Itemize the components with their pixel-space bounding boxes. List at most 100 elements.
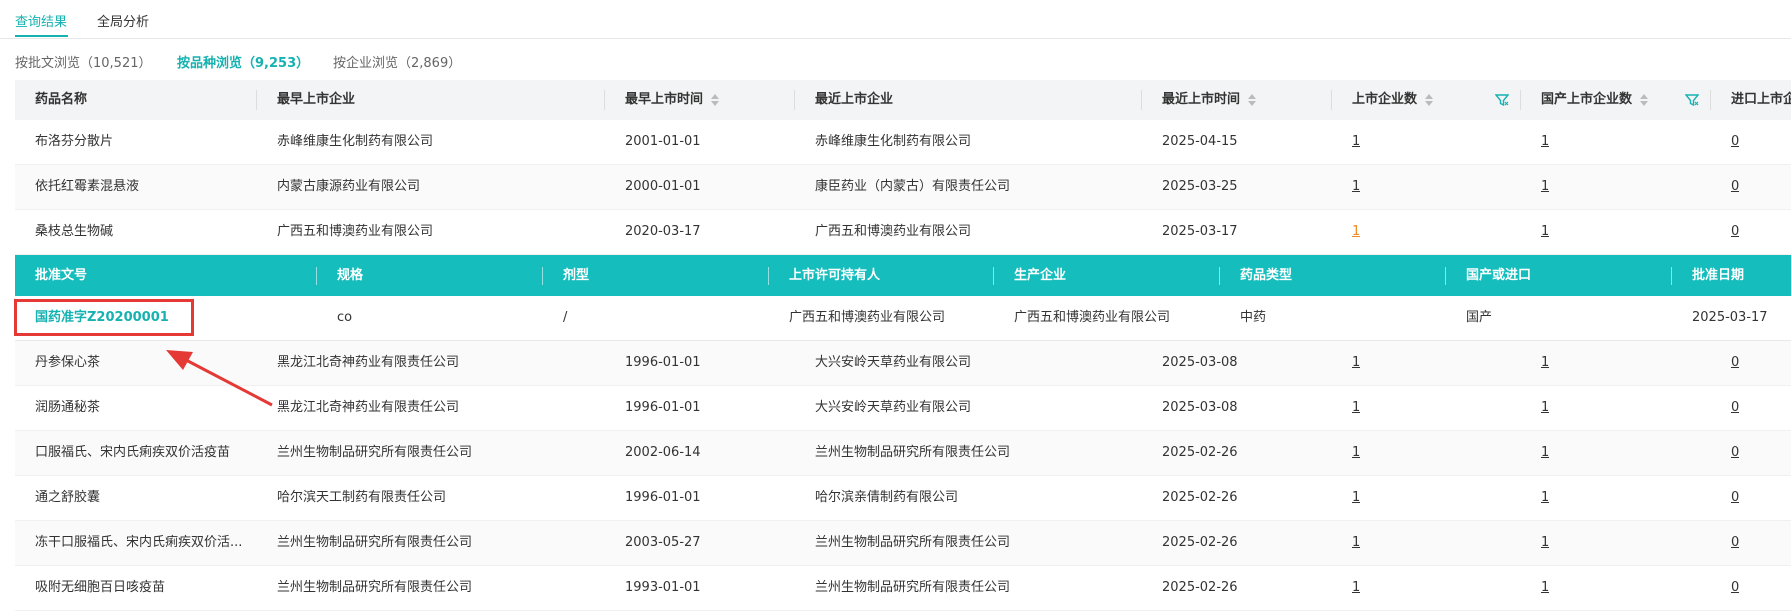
sub-cell-manufacturer: 广西五和博澳药业有限公司 xyxy=(1014,310,1171,325)
sub-header-origin: 国产或进口 xyxy=(1466,268,1532,283)
sub-cell-holder: 广西五和博澳药业有限公司 xyxy=(789,310,946,325)
cell-latest-company: 兰州生物制品研究所有限责任公司 xyxy=(815,445,1011,460)
cell-import-count[interactable]: 0 xyxy=(1731,386,1739,430)
table-row[interactable]: 丹参保心茶 黑龙江北奇神药业有限责任公司 1996-01-01 大兴安岭天草药业… xyxy=(15,341,1791,386)
view-by-company[interactable]: 按企业浏览（2,869） xyxy=(333,52,461,71)
sub-cell-approval-date: 2025-03-17 xyxy=(1692,310,1768,325)
cell-domestic-count[interactable]: 1 xyxy=(1541,566,1549,610)
header-domestic-count[interactable]: 国产上市企业数 xyxy=(1541,80,1649,120)
tab-query-results[interactable]: 查询结果 xyxy=(15,11,67,30)
cell-latest-company: 兰州生物制品研究所有限责任公司 xyxy=(815,535,1011,550)
cell-earliest-company: 兰州生物制品研究所有限责任公司 xyxy=(277,445,473,460)
cell-latest-date: 2025-02-26 xyxy=(1162,580,1238,595)
cell-earliest-company: 赤峰维康生化制药有限公司 xyxy=(277,134,434,149)
cell-domestic-count[interactable]: 1 xyxy=(1541,521,1549,565)
view-by-approval[interactable]: 按批文浏览（10,521） xyxy=(15,52,152,71)
cell-latest-date: 2025-04-15 xyxy=(1162,134,1238,149)
cell-drug-name: 冻干口服福氏、宋内氏痢疾双价活... xyxy=(35,535,243,550)
active-tab-underline xyxy=(15,35,68,37)
cell-drug-name: 润肠通秘茶 xyxy=(35,400,101,415)
filter-icon[interactable] xyxy=(1685,93,1699,107)
cell-company-count[interactable]: 1 xyxy=(1352,120,1360,164)
cell-import-count[interactable]: 0 xyxy=(1731,210,1739,254)
annotation-highlight-box xyxy=(14,299,194,336)
cell-drug-name: 口服福氏、宋内氏痢疾双价活疫苗 xyxy=(35,445,231,460)
tab-global-analysis[interactable]: 全局分析 xyxy=(97,11,149,30)
cell-company-count[interactable]: 1 xyxy=(1352,566,1360,610)
cell-drug-name: 桑枝总生物碱 xyxy=(35,224,114,239)
approval-sub-table-row[interactable]: 国药准字Z20200001 co / 广西五和博澳药业有限公司 广西五和博澳药业… xyxy=(15,296,1791,341)
cell-latest-date: 2025-03-08 xyxy=(1162,355,1238,370)
cell-import-count[interactable]: 0 xyxy=(1731,476,1739,520)
cell-company-count[interactable]: 1 xyxy=(1352,341,1360,385)
cell-latest-date: 2025-02-26 xyxy=(1162,490,1238,505)
table-row[interactable]: 依托红霉素混悬液 内蒙古康源药业有限公司 2000-01-01 康臣药业（内蒙古… xyxy=(15,165,1791,210)
cell-drug-name: 丹参保心茶 xyxy=(35,355,101,370)
cell-company-count-active[interactable]: 1 xyxy=(1352,210,1360,254)
sub-header-approval-no: 批准文号 xyxy=(35,268,88,283)
table-row[interactable]: 布洛芬分散片 赤峰维康生化制药有限公司 2001-01-01 赤峰维康生化制药有… xyxy=(15,120,1791,165)
cell-domestic-count[interactable]: 1 xyxy=(1541,120,1549,164)
cell-domestic-count[interactable]: 1 xyxy=(1541,386,1549,430)
cell-import-count[interactable]: 0 xyxy=(1731,120,1739,164)
header-drug-name: 药品名称 xyxy=(35,92,88,107)
cell-earliest-date: 1996-01-01 xyxy=(625,490,701,505)
sub-cell-origin: 国产 xyxy=(1466,310,1493,325)
header-latest-date[interactable]: 最近上市时间 xyxy=(1162,80,1257,120)
cell-latest-date: 2025-02-26 xyxy=(1162,535,1238,550)
cell-latest-date: 2025-03-08 xyxy=(1162,400,1238,415)
cell-import-count[interactable]: 0 xyxy=(1731,521,1739,565)
result-tabs: 查询结果 全局分析 xyxy=(0,0,1791,39)
sort-icon xyxy=(1248,93,1257,106)
table-row[interactable]: 口服福氏、宋内氏痢疾双价活疫苗 兰州生物制品研究所有限责任公司 2002-06-… xyxy=(15,431,1791,476)
cell-domestic-count[interactable]: 1 xyxy=(1541,210,1549,254)
cell-domestic-count[interactable]: 1 xyxy=(1541,476,1549,520)
filter-icon[interactable] xyxy=(1495,93,1509,107)
drug-variety-table: 药品名称 最早上市企业 最早上市时间 最近上市企业 最近上市时间 上市企业数 国… xyxy=(15,80,1791,611)
header-earliest-date[interactable]: 最早上市时间 xyxy=(625,80,720,120)
cell-domestic-count[interactable]: 1 xyxy=(1541,431,1549,475)
cell-drug-name: 依托红霉素混悬液 xyxy=(35,179,140,194)
cell-company-count[interactable]: 1 xyxy=(1352,431,1360,475)
cell-import-count[interactable]: 0 xyxy=(1731,165,1739,209)
cell-domestic-count[interactable]: 1 xyxy=(1541,341,1549,385)
cell-import-count[interactable]: 0 xyxy=(1731,341,1739,385)
cell-domestic-count[interactable]: 1 xyxy=(1541,165,1549,209)
table-row[interactable]: 润肠通秘茶 黑龙江北奇神药业有限责任公司 1996-01-01 大兴安岭天草药业… xyxy=(15,386,1791,431)
sub-header-manufacturer: 生产企业 xyxy=(1014,268,1067,283)
cell-company-count[interactable]: 1 xyxy=(1352,165,1360,209)
cell-latest-company: 康臣药业（内蒙古）有限责任公司 xyxy=(815,179,1011,194)
cell-earliest-date: 2002-06-14 xyxy=(625,445,701,460)
sub-header-dosage-form: 剂型 xyxy=(563,268,590,283)
sub-cell-dosage-form: / xyxy=(563,310,568,325)
cell-company-count[interactable]: 1 xyxy=(1352,521,1360,565)
cell-earliest-company: 兰州生物制品研究所有限责任公司 xyxy=(277,535,473,550)
cell-import-count[interactable]: 0 xyxy=(1731,566,1739,610)
table-row[interactable]: 冻干口服福氏、宋内氏痢疾双价活... 兰州生物制品研究所有限责任公司 2003-… xyxy=(15,521,1791,566)
cell-earliest-company: 黑龙江北奇神药业有限责任公司 xyxy=(277,400,460,415)
table-row[interactable]: 通之舒胶囊 哈尔滨天工制药有限责任公司 1996-01-01 哈尔滨亲倩制药有限… xyxy=(15,476,1791,521)
cell-latest-company: 广西五和博澳药业有限公司 xyxy=(815,224,972,239)
cell-latest-company: 兰州生物制品研究所有限责任公司 xyxy=(815,580,1011,595)
sort-icon xyxy=(1640,93,1649,106)
cell-latest-date: 2025-02-26 xyxy=(1162,445,1238,460)
table-row-expanded[interactable]: 桑枝总生物碱 广西五和博澳药业有限公司 2020-03-17 广西五和博澳药业有… xyxy=(15,210,1791,255)
cell-company-count[interactable]: 1 xyxy=(1352,386,1360,430)
cell-earliest-date: 1993-01-01 xyxy=(625,580,701,595)
cell-earliest-date: 2020-03-17 xyxy=(625,224,701,239)
cell-latest-date: 2025-03-25 xyxy=(1162,179,1238,194)
cell-earliest-date: 2000-01-01 xyxy=(625,179,701,194)
header-company-count[interactable]: 上市企业数 xyxy=(1352,80,1434,120)
table-header: 药品名称 最早上市企业 最早上市时间 最近上市企业 最近上市时间 上市企业数 国… xyxy=(15,80,1791,120)
cell-earliest-date: 1996-01-01 xyxy=(625,400,701,415)
cell-earliest-company: 广西五和博澳药业有限公司 xyxy=(277,224,434,239)
cell-company-count[interactable]: 1 xyxy=(1352,476,1360,520)
sub-header-approval-date: 批准日期 xyxy=(1692,268,1745,283)
cell-import-count[interactable]: 0 xyxy=(1731,431,1739,475)
cell-drug-name: 布洛芬分散片 xyxy=(35,134,114,149)
cell-latest-company: 大兴安岭天草药业有限公司 xyxy=(815,355,972,370)
cell-earliest-company: 哈尔滨天工制药有限责任公司 xyxy=(277,490,447,505)
table-row[interactable]: 吸附无细胞百日咳疫苗 兰州生物制品研究所有限责任公司 1993-01-01 兰州… xyxy=(15,566,1791,611)
header-earliest-company: 最早上市企业 xyxy=(277,92,356,107)
view-by-variety[interactable]: 按品种浏览（9,253） xyxy=(177,52,309,71)
